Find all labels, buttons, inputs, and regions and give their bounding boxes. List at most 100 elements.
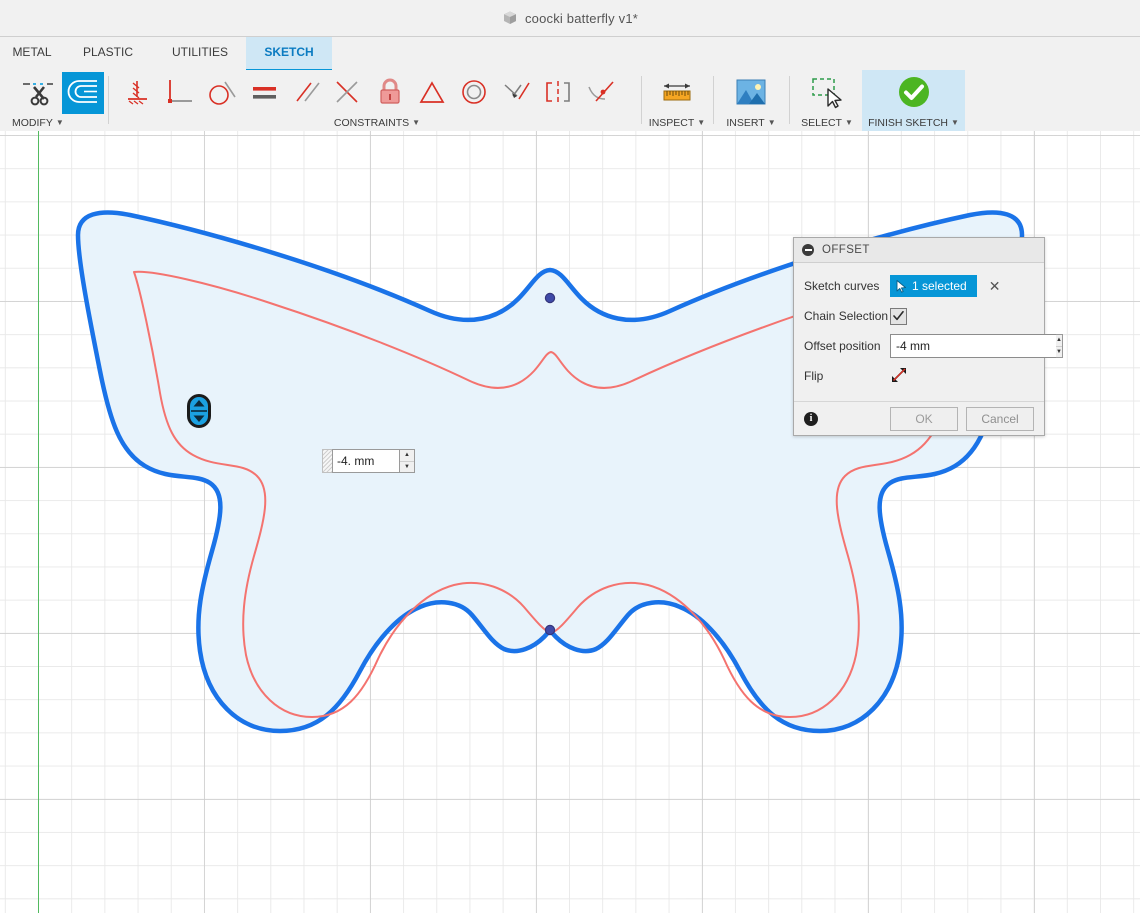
panel-divider-2	[641, 76, 642, 124]
document-title: coocki batterfly v1*	[524, 10, 639, 26]
cursor-arrow-icon	[896, 279, 907, 293]
tab-utilities[interactable]: UTILITIES	[155, 37, 245, 69]
chevron-down-icon: ▼	[697, 118, 706, 127]
tab-plastic[interactable]: PLASTIC	[68, 37, 148, 69]
offset-position-label: Offset position	[804, 339, 881, 353]
chevron-down-icon: ▼	[55, 118, 64, 127]
offset-position-field[interactable]: ▲ ▼	[890, 334, 1063, 358]
offset-dialog-title: OFFSET	[822, 244, 870, 256]
ok-button[interactable]: OK	[890, 406, 958, 431]
offset-position-input[interactable]	[890, 334, 1056, 358]
inline-offset-value-box[interactable]: ▲ ▼	[322, 449, 415, 473]
offset-tool-button[interactable]	[62, 72, 104, 114]
stepper-up-icon[interactable]: ▲	[400, 450, 414, 462]
horizontal-vertical-constraint-icon	[128, 81, 147, 105]
fix-unfix-constraint-button[interactable]	[370, 72, 410, 112]
stepper-down-icon[interactable]: ▼	[400, 462, 414, 473]
title-bar: coocki batterfly v1*	[0, 0, 1140, 37]
equal-constraint-button[interactable]	[244, 72, 284, 112]
insert-panel-caption[interactable]: INSERT ▼	[716, 117, 786, 129]
parallel-constraint-icon	[296, 82, 320, 102]
concentric-constraint-button[interactable]	[454, 72, 494, 112]
stepper-up-icon[interactable]: ▲	[1056, 335, 1062, 347]
image-icon	[736, 79, 766, 105]
drag-grip-icon[interactable]	[322, 449, 332, 473]
finish-sketch-tool-button[interactable]	[894, 72, 934, 112]
symmetry-constraint-button[interactable]	[538, 72, 578, 112]
clear-selection-button[interactable]: ✕	[989, 279, 1001, 293]
perpendicular-constraint-button[interactable]	[160, 72, 200, 112]
chain-selection-label: Chain Selection	[804, 309, 889, 323]
trim-icon	[23, 83, 53, 106]
ribbon-panel-modify: MODIFY ▼	[0, 70, 105, 131]
tangent-constraint-button[interactable]	[202, 72, 242, 112]
offset-drag-handle[interactable]	[186, 393, 212, 429]
coincident-constraint-button[interactable]	[496, 72, 536, 112]
coincident-constraint-icon	[504, 82, 530, 100]
tab-sketch[interactable]: SKETCH	[246, 37, 332, 72]
sketch-curves-label: Sketch curves	[804, 279, 880, 293]
sketch-curves-value: 1 selected	[912, 279, 967, 293]
inspect-panel-caption[interactable]: INSPECT ▼	[644, 117, 710, 129]
midpoint-constraint-icon	[419, 81, 445, 103]
sketch-curves-selection-button[interactable]: 1 selected	[890, 275, 977, 297]
offset-position-stepper[interactable]: ▲ ▼	[1056, 334, 1063, 358]
ribbon-panel-inspect: INSPECT ▼	[644, 70, 710, 131]
finish-sketch-panel-caption[interactable]: FINISH SKETCH ▼	[862, 117, 965, 129]
select-panel-caption[interactable]: SELECT ▼	[792, 117, 862, 129]
equal-constraint-icon	[253, 87, 276, 99]
tangent-constraint-icon	[209, 81, 236, 105]
stepper-down-icon[interactable]: ▼	[1056, 347, 1062, 358]
collinear-constraint-icon	[336, 81, 358, 103]
ribbon-toolbar: MODIFY ▼ CONSTRAINTS ▼ INSPECT ▼ INSERT …	[0, 70, 1140, 132]
info-icon[interactable]: i	[804, 411, 818, 426]
flip-row: Flip	[804, 361, 1034, 391]
cube-icon	[503, 11, 516, 24]
horizontal-vertical-constraint-button[interactable]	[118, 72, 158, 112]
sketch-curves-row: Sketch curves 1 selected ✕	[804, 271, 1034, 301]
ribbon-panel-select: SELECT ▼	[792, 70, 862, 131]
chevron-down-icon: ▼	[767, 118, 776, 127]
panel-divider-3	[713, 76, 714, 124]
checkmark-icon	[893, 311, 904, 321]
finish-sketch-check-icon	[898, 77, 929, 107]
chevron-down-icon: ▼	[412, 118, 421, 127]
parallel-constraint-button[interactable]	[286, 72, 326, 112]
flip-button[interactable]	[890, 366, 908, 387]
chevron-down-icon: ▼	[951, 118, 959, 127]
dialog-action-buttons: OK Cancel	[890, 406, 1034, 431]
offset-dialog-header[interactable]: OFFSET	[794, 238, 1044, 263]
chevron-down-icon: ▼	[844, 118, 853, 127]
flip-icon	[892, 367, 906, 382]
offset-dialog: OFFSET Sketch curves 1 selected ✕ Chain …	[793, 237, 1063, 436]
tab-bar: METAL PLASTIC UTILITIES SKETCH	[0, 37, 1140, 72]
flip-label: Flip	[804, 369, 824, 383]
curvature-constraint-icon	[588, 81, 614, 102]
chain-selection-checkbox[interactable]	[890, 307, 907, 325]
ribbon-panel-insert: INSERT ▼	[716, 70, 786, 131]
fusion-sketch-window: coocki batterfly v1* METAL PLASTIC UTILI…	[0, 0, 1140, 913]
midpoint-constraint-button[interactable]	[412, 72, 452, 112]
measure-tool-button[interactable]	[657, 72, 697, 112]
constraints-panel-caption[interactable]: CONSTRAINTS ▼	[112, 117, 642, 129]
ribbon-panel-finish-sketch: FINISH SKETCH ▼	[862, 70, 965, 131]
offset-distance-stepper[interactable]: ▲ ▼	[400, 449, 415, 473]
trim-tool-button[interactable]	[18, 72, 58, 112]
curvature-constraint-button[interactable]	[580, 72, 620, 112]
cancel-button[interactable]: Cancel	[966, 406, 1034, 431]
lock-icon	[380, 78, 400, 104]
insert-image-tool-button[interactable]	[731, 72, 771, 112]
collapse-icon[interactable]	[802, 244, 814, 256]
sketch-point-top-center[interactable]	[544, 292, 556, 304]
sketch-point-bottom-center[interactable]	[544, 624, 556, 636]
symmetry-constraint-icon	[546, 81, 570, 103]
collinear-constraint-button[interactable]	[328, 72, 368, 112]
select-window-icon	[812, 78, 842, 109]
chain-selection-row: Chain Selection	[804, 301, 1034, 331]
modify-panel-caption[interactable]: MODIFY ▼	[0, 117, 117, 129]
offset-distance-input[interactable]	[332, 449, 400, 473]
concentric-constraint-icon	[462, 80, 486, 104]
select-tool-button[interactable]	[807, 72, 847, 112]
tab-metal[interactable]: METAL	[0, 37, 64, 69]
offset-position-row: Offset position ▲ ▼	[804, 331, 1063, 361]
